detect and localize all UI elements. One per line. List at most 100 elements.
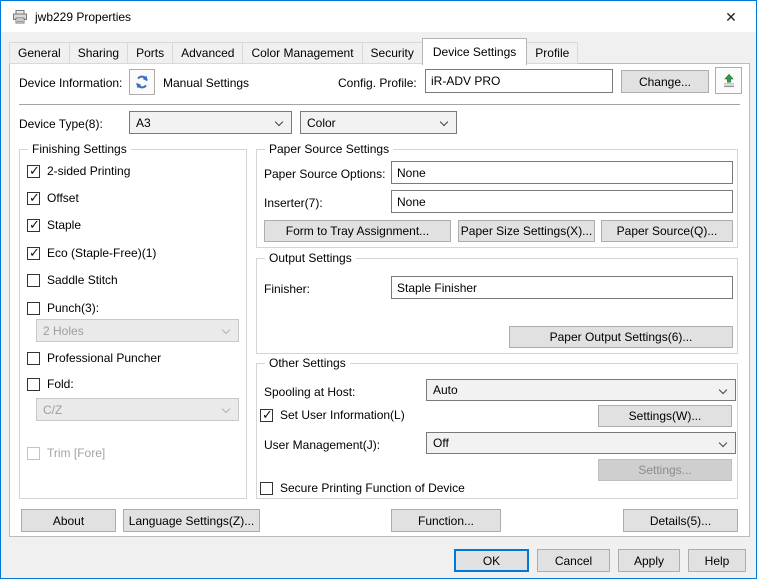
output-settings-title: Output Settings (265, 251, 356, 265)
tab-security[interactable]: Security (362, 42, 423, 64)
checkbox-label: Offset (47, 191, 79, 205)
finishing-settings-title: Finishing Settings (28, 142, 131, 156)
export-profile-button[interactable] (715, 67, 742, 94)
user-management-label: User Management(J): (264, 438, 380, 452)
paper-source-options-label: Paper Source Options: (264, 167, 385, 181)
user-management-dropdown[interactable]: Off (426, 432, 736, 454)
checkbox-saddle-stitch[interactable]: Saddle Stitch (27, 273, 118, 287)
checkbox-eco-staple-free[interactable]: Eco (Staple-Free)(1) (27, 246, 156, 260)
apply-button[interactable]: Apply (618, 549, 680, 572)
checkbox-box (27, 192, 40, 205)
checkbox-box (27, 302, 40, 315)
checkbox-label: Trim [Fore] (47, 446, 105, 460)
punch-type-dropdown: 2 Holes (36, 319, 239, 342)
tab-sharing[interactable]: Sharing (69, 42, 128, 64)
tab-advanced[interactable]: Advanced (172, 42, 243, 64)
tab-ports[interactable]: Ports (127, 42, 173, 64)
checkbox-set-user-information[interactable]: Set User Information(L) (260, 408, 405, 422)
paper-source-settings-title: Paper Source Settings (265, 142, 393, 156)
punch-type-value: 2 Holes (43, 324, 84, 338)
checkbox-label: Secure Printing Function of Device (280, 481, 465, 495)
checkbox-box (27, 378, 40, 391)
tab-profile[interactable]: Profile (526, 42, 578, 64)
chevron-down-icon (440, 118, 448, 126)
change-button[interactable]: Change... (621, 70, 709, 93)
spooling-at-host-dropdown[interactable]: Auto (426, 379, 736, 401)
inserter-field[interactable]: None (391, 190, 733, 213)
header-divider (19, 104, 740, 105)
close-icon[interactable]: ✕ (720, 7, 742, 27)
function-button[interactable]: Function... (391, 509, 501, 532)
about-button[interactable]: About (21, 509, 116, 532)
refresh-icon (134, 74, 150, 90)
cancel-button[interactable]: Cancel (537, 549, 610, 572)
checkbox-label: Set User Information(L) (280, 408, 405, 422)
tab-general[interactable]: General (9, 42, 70, 64)
checkbox-punch[interactable]: Punch(3): (27, 301, 99, 315)
checkbox-fold[interactable]: Fold: (27, 377, 74, 391)
fold-type-dropdown: C/Z (36, 398, 239, 421)
checkbox-staple[interactable]: Staple (27, 218, 81, 232)
checkbox-label: 2-sided Printing (47, 164, 130, 178)
device-type-size-dropdown[interactable]: A3 (129, 111, 292, 134)
spooling-at-host-label: Spooling at Host: (264, 385, 355, 399)
chevron-down-icon (719, 386, 727, 394)
device-type-color-dropdown[interactable]: Color (300, 111, 457, 134)
printer-icon (12, 9, 28, 25)
other-settings-title: Other Settings (265, 356, 350, 370)
finisher-label: Finisher: (264, 282, 310, 296)
export-profile-icon (721, 73, 737, 89)
finisher-field[interactable]: Staple Finisher (391, 276, 733, 299)
device-information-label: Device Information: (19, 76, 122, 90)
window-title: jwb229 Properties (35, 10, 131, 24)
checkbox-label: Professional Puncher (47, 351, 161, 365)
settings-w-button[interactable]: Settings(W)... (598, 405, 732, 427)
help-button[interactable]: Help (688, 549, 746, 572)
printer-properties-dialog: jwb229 Properties ✕ General Sharing Port… (0, 0, 757, 579)
fold-type-value: C/Z (43, 403, 62, 417)
checkbox-label: Staple (47, 218, 81, 232)
chevron-down-icon (719, 439, 727, 447)
refresh-device-info-button[interactable] (129, 69, 155, 95)
form-to-tray-assignment-button[interactable]: Form to Tray Assignment... (264, 220, 451, 242)
checkbox-professional-puncher[interactable]: Professional Puncher (27, 351, 161, 365)
tab-strip: General Sharing Ports Advanced Color Man… (9, 37, 578, 64)
device-type-size-value: A3 (136, 116, 151, 130)
checkbox-label: Eco (Staple-Free)(1) (47, 246, 156, 260)
inserter-label: Inserter(7): (264, 196, 323, 210)
checkbox-secure-printing[interactable]: Secure Printing Function of Device (260, 481, 465, 495)
paper-size-settings-button[interactable]: Paper Size Settings(X)... (458, 220, 595, 242)
checkbox-box (27, 352, 40, 365)
spooling-at-host-value: Auto (433, 383, 458, 397)
device-information-status: Manual Settings (163, 76, 249, 90)
tab-color-management[interactable]: Color Management (242, 42, 362, 64)
checkbox-box (27, 165, 40, 178)
paper-source-button[interactable]: Paper Source(Q)... (601, 220, 733, 242)
device-type-color-value: Color (307, 116, 336, 130)
details-button[interactable]: Details(5)... (623, 509, 738, 532)
tab-device-settings[interactable]: Device Settings (422, 38, 527, 65)
checkbox-box (27, 274, 40, 287)
paper-output-settings-button[interactable]: Paper Output Settings(6)... (509, 326, 733, 348)
checkbox-box (27, 447, 40, 460)
user-management-value: Off (433, 436, 449, 450)
settings-disabled-button: Settings... (598, 459, 732, 481)
config-profile-field[interactable]: iR-ADV PRO (425, 69, 613, 93)
checkbox-2-sided-printing[interactable]: 2-sided Printing (27, 164, 130, 178)
checkbox-label: Fold: (47, 377, 74, 391)
checkbox-box (260, 409, 273, 422)
chevron-down-icon (275, 118, 283, 126)
checkbox-offset[interactable]: Offset (27, 191, 79, 205)
checkbox-box (260, 482, 273, 495)
checkbox-box (27, 219, 40, 232)
config-profile-label: Config. Profile: (338, 76, 417, 90)
checkbox-trim-fore: Trim [Fore] (27, 446, 105, 460)
language-settings-button[interactable]: Language Settings(Z)... (123, 509, 260, 532)
checkbox-box (27, 247, 40, 260)
ok-button[interactable]: OK (454, 549, 529, 572)
checkbox-label: Saddle Stitch (47, 273, 118, 287)
title-bar: jwb229 Properties ✕ (1, 1, 756, 32)
paper-source-options-field[interactable]: None (391, 161, 733, 184)
device-type-label: Device Type(8): (19, 117, 103, 131)
checkbox-label: Punch(3): (47, 301, 99, 315)
